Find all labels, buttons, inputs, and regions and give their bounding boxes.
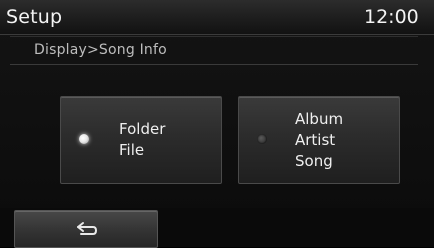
option-line: Artist	[295, 130, 336, 149]
setup-screen: Setup 12:00 Display>Song Info Folder Fil…	[0, 0, 434, 248]
radio-selected-indicator	[79, 134, 89, 144]
option-album-artist-song-label: Album Artist Song	[295, 97, 343, 183]
screen-title: Setup	[6, 6, 63, 28]
option-line: Album	[295, 109, 344, 128]
option-album-artist-song-button[interactable]: Album Artist Song	[238, 96, 400, 184]
clock: 12:00	[364, 6, 419, 28]
breadcrumb: Display>Song Info	[10, 36, 418, 65]
radio-unselected-indicator	[257, 134, 267, 144]
title-bar: Setup 12:00	[0, 0, 434, 35]
option-folder-file-label: Folder File	[119, 97, 165, 183]
back-arrow-icon	[77, 222, 98, 235]
breadcrumb-path: Display>Song Info	[34, 42, 167, 58]
option-line: Song	[295, 151, 333, 170]
option-folder-file-button[interactable]: Folder File	[60, 96, 222, 184]
back-button[interactable]	[14, 210, 158, 248]
option-line: Folder	[119, 120, 166, 138]
option-line: File	[119, 141, 145, 159]
